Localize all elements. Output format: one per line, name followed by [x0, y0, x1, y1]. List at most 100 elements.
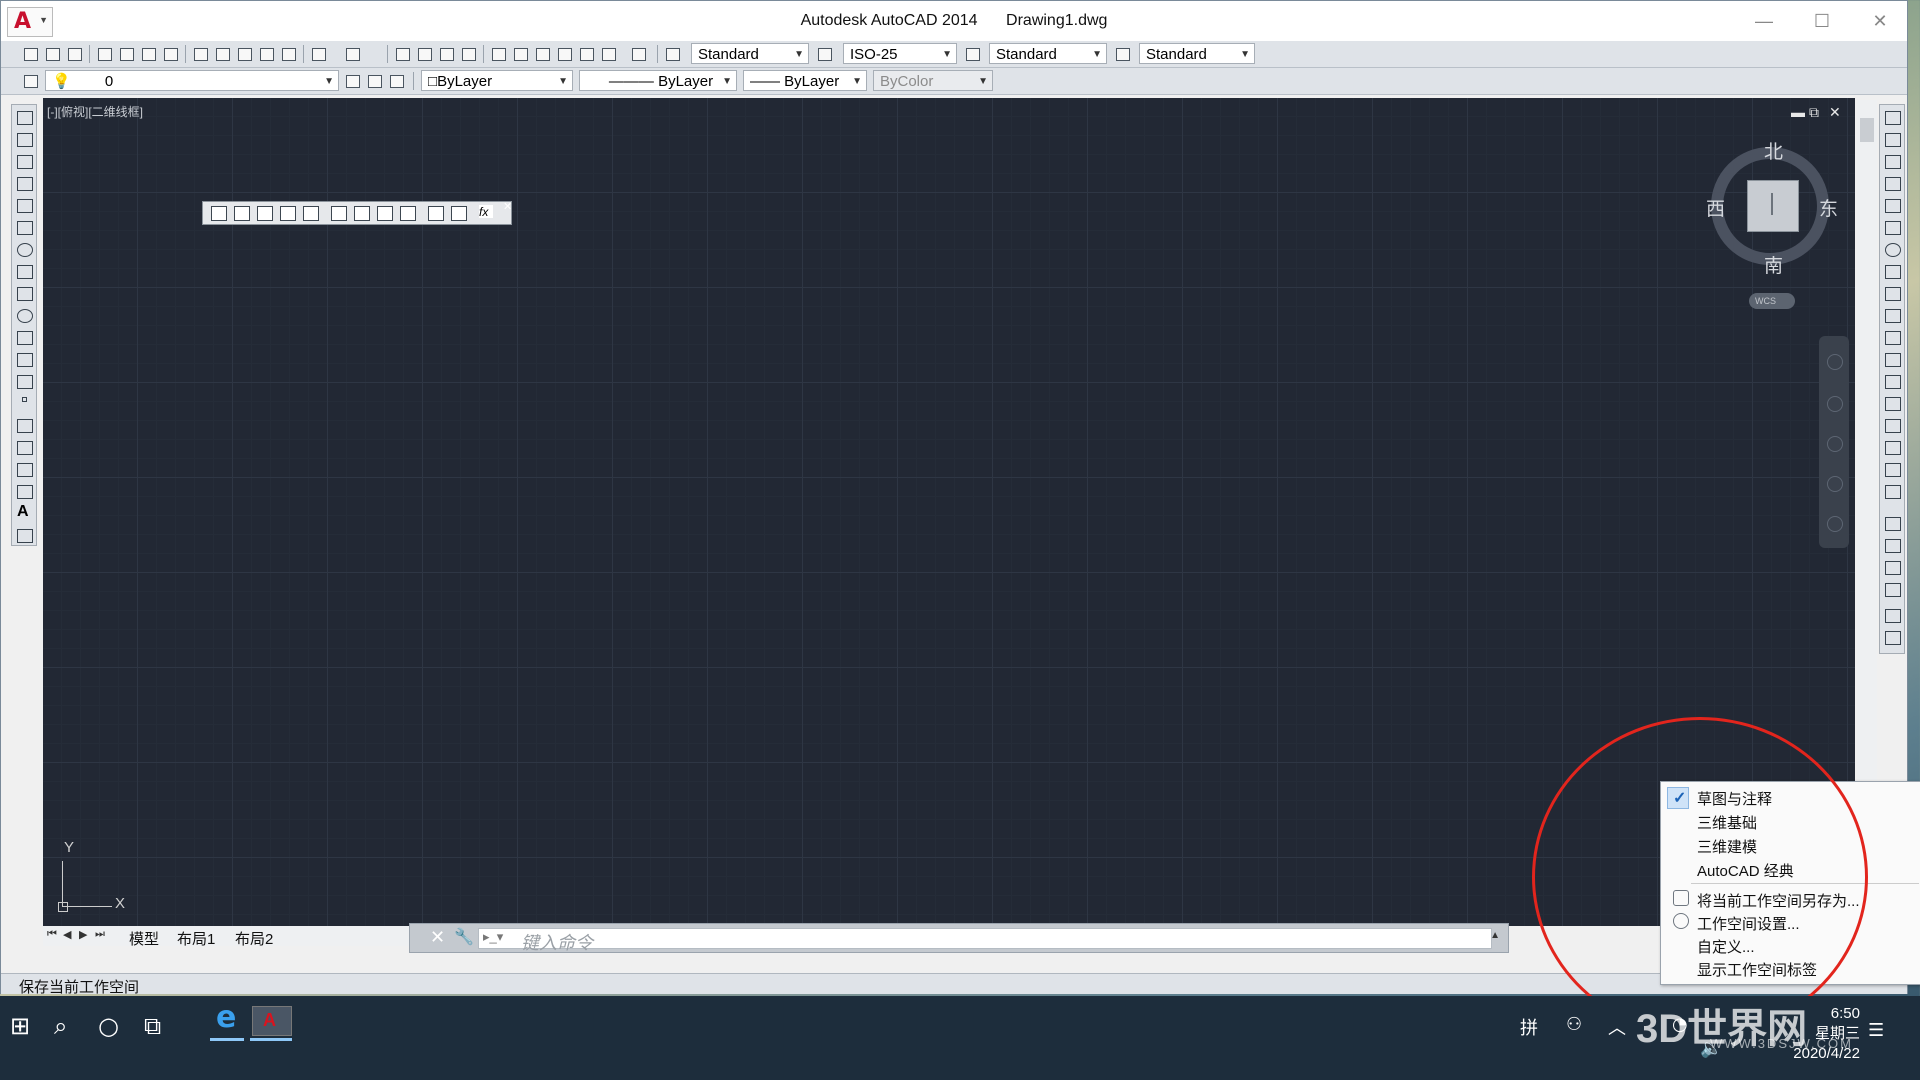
multileader-style-select[interactable]: Standard ▼ [1139, 43, 1255, 64]
polygon-icon[interactable] [17, 177, 33, 191]
offset-icon[interactable] [1885, 177, 1901, 191]
tab-model[interactable]: 模型 [129, 928, 159, 949]
mirror-icon[interactable] [1885, 155, 1901, 169]
linear-dim-icon[interactable] [211, 206, 227, 221]
task-view-icon[interactable]: ⧉ [144, 1012, 161, 1040]
viewport-close-icon[interactable]: ✕ [1829, 104, 1841, 121]
baseline-dim-icon[interactable] [354, 206, 370, 221]
point-icon[interactable] [22, 397, 27, 402]
publish-icon[interactable] [139, 45, 157, 63]
paste-icon[interactable] [235, 45, 253, 63]
make-block-icon[interactable] [17, 375, 33, 389]
edge-browser-icon[interactable]: e [216, 1000, 236, 1035]
plot-style-select[interactable]: ByColor ▼ [873, 70, 993, 91]
region-icon[interactable] [17, 463, 33, 477]
layer-properties-icon[interactable] [21, 72, 39, 90]
copy-icon[interactable] [213, 45, 231, 63]
add-selected-icon[interactable] [17, 529, 33, 543]
hatch-icon[interactable] [17, 419, 33, 433]
angular-dim-icon[interactable] [331, 206, 347, 221]
linetype-select[interactable]: ——— ByLayer ▼ [579, 70, 737, 91]
rectangle-icon[interactable] [17, 199, 33, 213]
first-tab-icon[interactable]: ⏮ [47, 928, 57, 941]
undo-icon[interactable] [309, 45, 327, 63]
maximize-button[interactable]: ☐ [1793, 1, 1851, 41]
viewcube-east[interactable]: 东 [1819, 194, 1838, 221]
send-under-icon[interactable] [1885, 583, 1901, 597]
dim-space-icon[interactable] [400, 206, 416, 221]
properties-icon[interactable] [489, 45, 507, 63]
cortana-icon[interactable]: ○ [98, 1012, 119, 1040]
table-style-icon[interactable] [963, 45, 981, 63]
line-icon[interactable] [17, 111, 33, 125]
layer-previous-icon[interactable] [365, 72, 383, 90]
polyline-icon[interactable] [17, 155, 33, 169]
viewcube-west[interactable]: 西 [1706, 194, 1725, 221]
quickcalc-icon[interactable] [599, 45, 617, 63]
tab-layout1[interactable]: 布局1 [177, 928, 215, 949]
text-style-select[interactable]: Standard ▼ [691, 43, 809, 64]
color-select[interactable]: □ByLayer ▼ [421, 70, 573, 91]
dim-style-select[interactable]: ISO-25 ▼ [843, 43, 957, 64]
last-tab-icon[interactable]: ⏭ [95, 928, 105, 941]
multiline-text-icon[interactable]: A [17, 503, 31, 520]
fillet-icon[interactable] [1885, 441, 1901, 455]
close-toolbar-icon[interactable]: ✕ [503, 200, 512, 213]
blend-curves-icon[interactable] [1885, 463, 1901, 477]
array-icon[interactable] [1885, 199, 1901, 213]
zoom-nav-icon[interactable] [1827, 436, 1843, 452]
autocad-taskbar-icon[interactable]: A [252, 1006, 292, 1036]
zoom-previous-icon[interactable] [459, 45, 477, 63]
close-cmdline-icon[interactable]: ✕ [430, 927, 445, 948]
tray-expand-icon[interactable]: ︿ [1608, 1014, 1626, 1040]
showmotion-icon[interactable] [1827, 516, 1843, 532]
minimize-button[interactable]: — [1735, 1, 1793, 41]
bring-above-icon[interactable] [1885, 561, 1901, 575]
chamfer-icon[interactable] [1885, 419, 1901, 433]
insert-block-icon[interactable] [17, 353, 33, 367]
command-history-icon[interactable]: ▲ [1490, 930, 1500, 941]
viewcube-south[interactable]: 南 [1764, 251, 1783, 278]
join-icon[interactable] [1885, 397, 1901, 411]
open-file-icon[interactable] [43, 45, 61, 63]
ime-indicator[interactable]: 拼 [1520, 1014, 1538, 1040]
block-editor-icon[interactable] [279, 45, 297, 63]
hatch-back-icon[interactable] [1885, 631, 1901, 645]
design-center-icon[interactable] [511, 45, 529, 63]
erase-icon[interactable] [1885, 111, 1901, 125]
ellipse-icon[interactable] [17, 309, 33, 323]
aligned-dim-icon[interactable] [234, 206, 250, 221]
layer-state-icon[interactable] [387, 72, 405, 90]
viewport-minimize-icon[interactable]: ▬ [1791, 104, 1805, 120]
lineweight-select[interactable]: —— ByLayer ▼ [743, 70, 867, 91]
break-icon[interactable] [1885, 375, 1901, 389]
break-at-point-icon[interactable] [1885, 353, 1901, 367]
draw-order-back-icon[interactable] [1885, 539, 1901, 553]
command-prompt-icon[interactable]: ▸_▾ [483, 929, 503, 945]
text-front-icon[interactable] [1885, 609, 1901, 623]
ellipse-arc-icon[interactable] [17, 331, 33, 345]
steering-wheel-icon[interactable] [1827, 354, 1843, 370]
plot-preview-icon[interactable] [117, 45, 135, 63]
markup-icon[interactable] [577, 45, 595, 63]
dim-break-icon[interactable] [428, 206, 444, 221]
radius-dim-icon[interactable] [303, 206, 319, 221]
3d-print-icon[interactable] [161, 45, 179, 63]
ordinate-dim-icon[interactable] [280, 206, 296, 221]
stretch-icon[interactable] [1885, 287, 1901, 301]
zoom-window-icon[interactable] [437, 45, 455, 63]
scale-icon[interactable] [1885, 265, 1901, 279]
make-current-layer-icon[interactable] [343, 72, 361, 90]
vertical-scrollbar[interactable] [1857, 100, 1877, 780]
command-input[interactable]: ▸_▾ 键入命令 [478, 928, 1492, 953]
draw-order-front-icon[interactable] [1885, 517, 1901, 531]
arc-icon[interactable] [17, 221, 33, 235]
wcs-menu[interactable]: WCS [1749, 293, 1795, 309]
search-icon[interactable]: ⌕ [54, 1012, 67, 1040]
table-style-select[interactable]: Standard ▼ [989, 43, 1107, 64]
continue-dim-icon[interactable] [377, 206, 393, 221]
spline-icon[interactable] [17, 287, 33, 301]
next-tab-icon[interactable]: ▶ [79, 928, 87, 941]
new-file-icon[interactable] [21, 45, 39, 63]
viewcube-top-face[interactable] [1747, 180, 1799, 232]
